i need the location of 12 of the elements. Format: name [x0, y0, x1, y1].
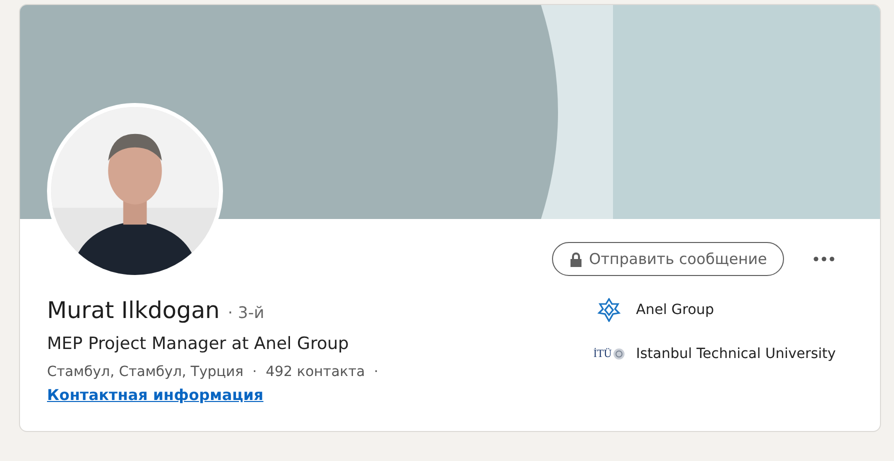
- affiliation-name[interactable]: Istanbul Technical University: [636, 346, 836, 362]
- profile-name: Murat Ilkdogan: [47, 298, 220, 324]
- contact-info-link[interactable]: Контактная информация: [47, 386, 264, 404]
- headline: MEP Project Manager at Anel Group: [47, 334, 350, 354]
- affiliation-name[interactable]: Anel Group: [636, 302, 714, 318]
- lock-icon: [569, 252, 583, 266]
- connection-degree: · 3-й: [228, 303, 264, 322]
- location-text: Стамбул, Стамбул, Турция · 492 контакта ·: [47, 364, 380, 380]
- seal-icon: [612, 348, 625, 360]
- message-button[interactable]: Отправить сообщение: [552, 242, 784, 276]
- more-icon[interactable]: [812, 255, 836, 263]
- logo-text: İTÜ: [593, 348, 612, 360]
